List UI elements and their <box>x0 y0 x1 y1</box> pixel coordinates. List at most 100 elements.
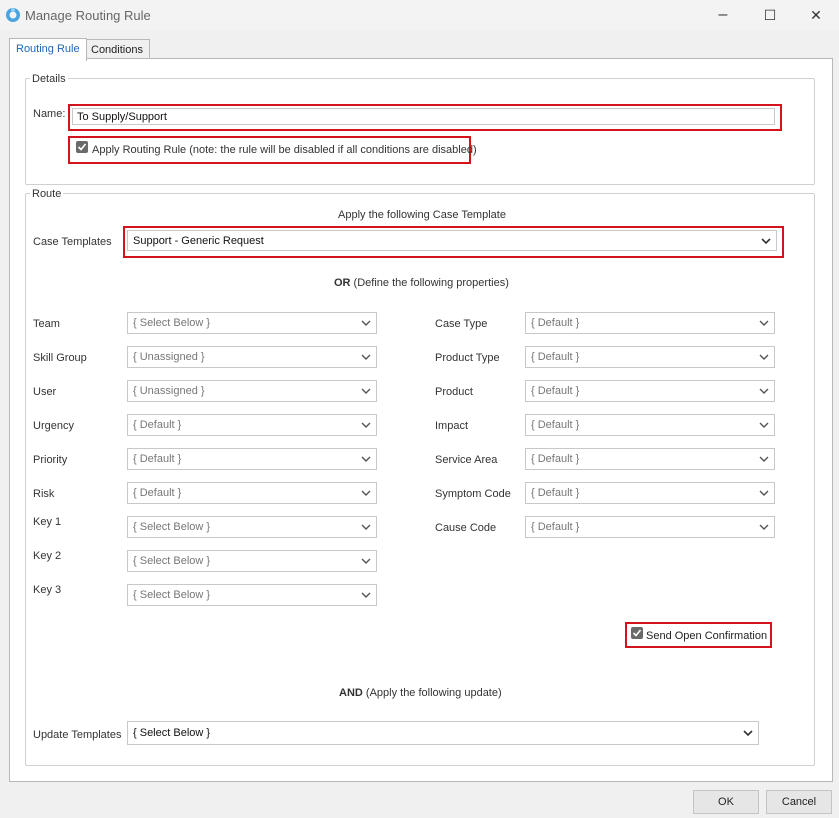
product-type-label: Product Type <box>435 352 500 364</box>
and-bold: AND <box>339 687 363 699</box>
team-value: { Select Below } <box>133 317 211 329</box>
case-type-label: Case Type <box>435 318 488 330</box>
priority-label: Priority <box>33 454 68 466</box>
chevron-down-icon <box>361 388 371 394</box>
update-templates-value: { Select Below } <box>133 727 211 739</box>
chevron-down-icon <box>361 456 371 462</box>
case-templates-value: Support - Generic Request <box>133 235 264 247</box>
key1-value: { Select Below } <box>133 521 211 533</box>
user-select[interactable]: { Unassigned } <box>127 380 377 402</box>
name-input[interactable]: To Supply/Support <box>72 108 775 125</box>
product-label: Product <box>435 386 473 398</box>
close-icon: ✕ <box>810 7 822 23</box>
send-confirmation-label: Send Open Confirmation <box>646 630 768 642</box>
impact-select[interactable]: { Default } <box>525 414 775 436</box>
risk-select[interactable]: { Default } <box>127 482 377 504</box>
chevron-down-icon <box>361 592 371 598</box>
product-type-value: { Default } <box>531 351 580 363</box>
service-area-select[interactable]: { Default } <box>525 448 775 470</box>
user-value: { Unassigned } <box>133 385 205 397</box>
impact-label: Impact <box>435 420 469 432</box>
chevron-down-icon <box>759 456 769 462</box>
chevron-down-icon <box>761 238 771 245</box>
chevron-down-icon <box>759 388 769 394</box>
minimize-icon: – <box>718 6 728 23</box>
symptom-code-label: Symptom Code <box>435 488 511 500</box>
checkmark-icon <box>77 143 87 151</box>
symptom-code-select[interactable]: { Default } <box>525 482 775 504</box>
chevron-down-icon <box>759 524 769 530</box>
details-group <box>25 78 815 185</box>
product-select[interactable]: { Default } <box>525 380 775 402</box>
chevron-down-icon <box>361 320 371 326</box>
chevron-down-icon <box>361 524 371 530</box>
risk-label: Risk <box>33 488 55 500</box>
or-rest: (Define the following properties) <box>350 277 509 289</box>
team-label: Team <box>33 318 60 330</box>
case-templates-label: Case Templates <box>33 236 112 248</box>
ok-button[interactable]: OK <box>693 790 759 814</box>
chevron-down-icon <box>759 320 769 326</box>
name-label: Name: <box>33 108 66 120</box>
chevron-down-icon <box>759 422 769 428</box>
case-templates-select[interactable]: Support - Generic Request <box>127 230 777 251</box>
send-confirmation-checkbox[interactable] <box>631 627 643 639</box>
priority-value: { Default } <box>133 453 182 465</box>
app-logo-icon <box>6 8 20 22</box>
user-label: User <box>33 386 57 398</box>
service-area-label: Service Area <box>435 454 498 466</box>
symptom-code-value: { Default } <box>531 487 580 499</box>
checkmark-icon <box>632 629 642 637</box>
chevron-down-icon <box>361 558 371 564</box>
urgency-label: Urgency <box>33 420 74 432</box>
update-templates-select[interactable]: { Select Below } <box>127 721 759 745</box>
tab-conditions-label: Conditions <box>91 44 143 56</box>
key2-label: Key 2 <box>33 550 62 562</box>
chevron-down-icon <box>361 490 371 496</box>
case-type-value: { Default } <box>531 317 580 329</box>
tab-conditions[interactable]: Conditions <box>84 39 150 60</box>
chevron-down-icon <box>759 354 769 360</box>
chevron-down-icon <box>361 422 371 428</box>
chevron-down-icon <box>361 354 371 360</box>
urgency-select[interactable]: { Default } <box>127 414 377 436</box>
apply-rule-checkbox[interactable] <box>76 141 88 153</box>
name-input-value: To Supply/Support <box>77 111 167 123</box>
skill-group-select[interactable]: { Unassigned } <box>127 346 377 368</box>
window-title: Manage Routing Rule <box>25 8 151 23</box>
tab-routing-rule-label: Routing Rule <box>16 43 80 55</box>
cancel-button[interactable]: Cancel <box>766 790 832 814</box>
tab-routing-rule[interactable]: Routing Rule <box>9 38 87 61</box>
product-type-select[interactable]: { Default } <box>525 346 775 368</box>
maximize-icon: ☐ <box>763 7 777 23</box>
chevron-down-icon <box>759 490 769 496</box>
minimize-button[interactable]: – <box>700 0 746 30</box>
title-bar: Manage Routing Rule – ☐ ✕ <box>0 0 839 30</box>
details-legend: Details <box>30 73 68 85</box>
apply-rule-label: Apply Routing Rule (note: the rule will … <box>92 144 477 156</box>
cause-code-select[interactable]: { Default } <box>525 516 775 538</box>
case-type-select[interactable]: { Default } <box>525 312 775 334</box>
key2-value: { Select Below } <box>133 555 211 567</box>
team-select[interactable]: { Select Below } <box>127 312 377 334</box>
and-heading: AND (Apply the following update) <box>339 687 502 699</box>
or-bold: OR <box>334 277 351 289</box>
close-button[interactable]: ✕ <box>793 0 839 30</box>
maximize-button[interactable]: ☐ <box>747 0 793 30</box>
service-area-value: { Default } <box>531 453 580 465</box>
apply-template-heading: Apply the following Case Template <box>338 209 506 221</box>
product-value: { Default } <box>531 385 580 397</box>
and-rest: (Apply the following update) <box>362 687 502 699</box>
priority-select[interactable]: { Default } <box>127 448 377 470</box>
cause-code-value: { Default } <box>531 521 580 533</box>
key3-value: { Select Below } <box>133 589 211 601</box>
chevron-down-icon <box>743 730 753 737</box>
key1-select[interactable]: { Select Below } <box>127 516 377 538</box>
key3-select[interactable]: { Select Below } <box>127 584 377 606</box>
or-heading: OR (Define the following properties) <box>334 277 509 289</box>
impact-value: { Default } <box>531 419 580 431</box>
key2-select[interactable]: { Select Below } <box>127 550 377 572</box>
urgency-value: { Default } <box>133 419 182 431</box>
cause-code-label: Cause Code <box>435 522 497 534</box>
update-templates-label: Update Templates <box>33 729 122 741</box>
